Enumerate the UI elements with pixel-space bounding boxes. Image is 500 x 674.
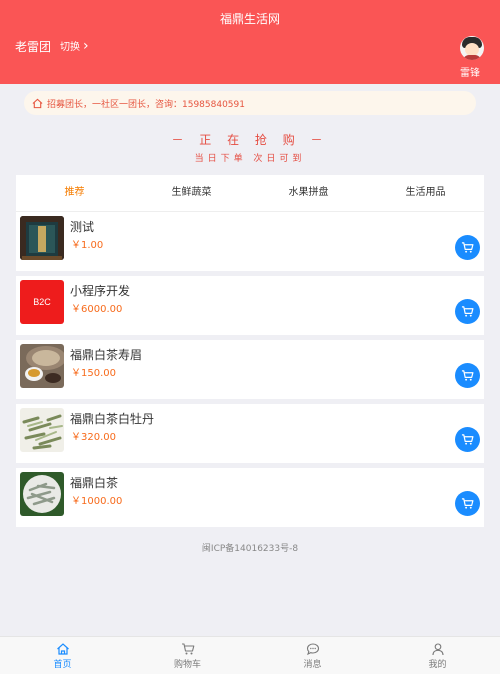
product-item[interactable]: 福鼎白茶寿眉 ￥150.00	[16, 340, 484, 399]
tabbar-label: 我的	[428, 660, 447, 670]
notice-text: 招募团长，一社区一团长，咨询：15985840591	[47, 99, 245, 110]
product-name: 测试	[70, 220, 95, 234]
home-icon	[32, 98, 43, 108]
cart-icon	[461, 498, 474, 509]
cart-icon	[461, 434, 474, 445]
product-name: 小程序开发	[70, 284, 131, 298]
tab-recommend[interactable]: 推荐	[16, 175, 133, 211]
product-item[interactable]: B2C 小程序开发 ￥6000.00	[16, 276, 484, 335]
add-to-cart-button[interactable]	[455, 491, 480, 516]
product-name: 福鼎白茶寿眉	[70, 348, 143, 362]
cart-icon	[461, 242, 474, 253]
tab-fresh-vegetables[interactable]: 生鲜蔬菜	[133, 175, 250, 211]
add-to-cart-button[interactable]	[455, 363, 480, 388]
tabbar-label: 购物车	[173, 660, 201, 670]
tabbar-item-home[interactable]: 首页	[0, 637, 125, 674]
product-image	[20, 472, 64, 516]
product-image: B2C	[20, 280, 64, 324]
product-list: 测试 ￥1.00 B2C 小程序开发 ￥6000.00 福鼎白茶寿眉 ￥150.…	[16, 212, 484, 532]
product-item[interactable]: 福鼎白茶白牡丹 ￥320.00	[16, 404, 484, 463]
promo-subtitle: 当日下单 次日可到	[194, 154, 306, 164]
product-price: ￥320.00	[71, 432, 116, 443]
category-tabs: 推荐 生鲜蔬菜 水果拼盘 生活用品	[16, 175, 484, 212]
add-to-cart-button[interactable]	[455, 235, 480, 260]
add-to-cart-button[interactable]	[455, 299, 480, 324]
home-icon	[56, 643, 69, 655]
user-name: 雷锋	[460, 68, 480, 79]
product-image	[20, 216, 64, 260]
tabbar-item-messages[interactable]: 消息	[250, 637, 375, 674]
product-item[interactable]: 测试 ￥1.00	[16, 212, 484, 271]
product-image-text: B2C	[33, 297, 51, 307]
product-name: 福鼎白茶白牡丹	[70, 412, 155, 426]
product-price: ￥6000.00	[71, 304, 123, 315]
cart-icon	[461, 370, 474, 381]
community-name: 老雷团	[15, 40, 52, 54]
user-profile[interactable]: 雷锋	[458, 36, 486, 79]
chevron-right-icon: ›	[83, 37, 89, 54]
header: 福鼎生活网 老雷团 切换 › 雷锋	[0, 0, 500, 84]
user-icon	[431, 643, 444, 656]
product-image	[20, 344, 64, 388]
avatar	[460, 36, 484, 60]
switch-community-button[interactable]: 切换 ›	[60, 37, 89, 54]
product-price: ￥1.00	[71, 240, 104, 251]
cart-icon	[461, 306, 474, 317]
bottom-tab-bar: 首页 购物车 消息 我的	[0, 636, 500, 674]
cart-icon	[181, 643, 194, 655]
notice-bar[interactable]: 招募团长，一社区一团长，咨询：15985840591	[24, 91, 476, 115]
product-item[interactable]: 福鼎白茶 ￥1000.00	[16, 468, 484, 527]
tabbar-item-mine[interactable]: 我的	[375, 637, 500, 674]
tabbar-label: 消息	[303, 660, 322, 670]
tab-fruit-platter[interactable]: 水果拼盘	[250, 175, 367, 211]
app-title: 福鼎生活网	[219, 12, 280, 26]
tab-daily-goods[interactable]: 生活用品	[367, 175, 484, 211]
product-price: ￥150.00	[71, 368, 116, 379]
add-to-cart-button[interactable]	[455, 427, 480, 452]
icp-record[interactable]: 闽ICP备14016233号-8	[0, 541, 500, 554]
switch-label: 切换	[60, 42, 80, 53]
promo-banner: － 正 在 抢 购 － 当日下单 次日可到	[0, 131, 500, 164]
product-image	[20, 408, 64, 452]
promo-title: － 正 在 抢 购 －	[171, 133, 329, 147]
product-name: 福鼎白茶	[70, 476, 119, 490]
tabbar-item-cart[interactable]: 购物车	[125, 637, 250, 674]
message-icon	[306, 643, 319, 656]
tabbar-label: 首页	[53, 660, 72, 670]
product-price: ￥1000.00	[71, 496, 123, 507]
